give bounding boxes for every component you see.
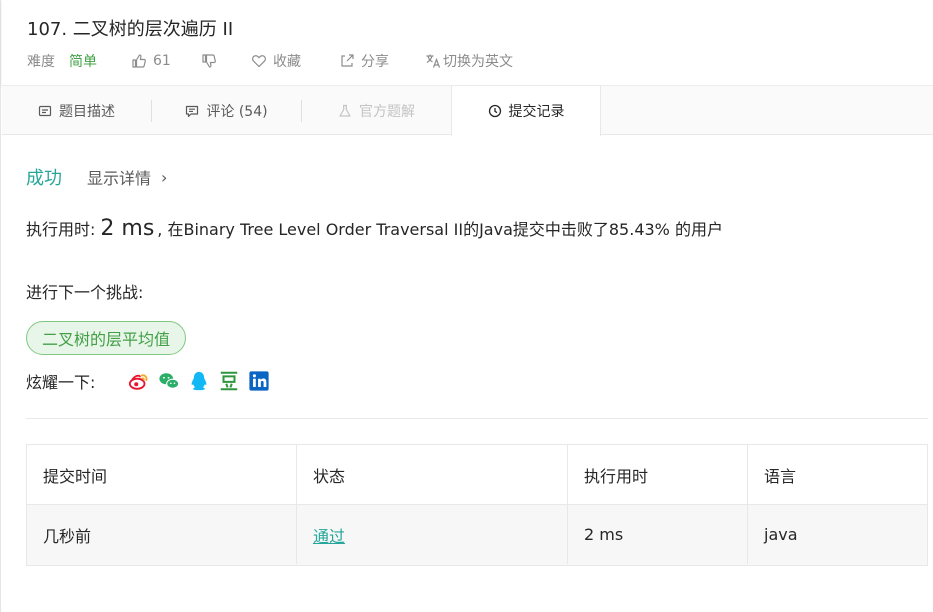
difficulty-value: 简单 <box>69 54 97 70</box>
column-header-runtime: 执行用时 <box>568 445 748 504</box>
description-icon <box>38 104 52 118</box>
like-count: 61 <box>153 53 171 69</box>
douban-icon[interactable] <box>217 369 241 393</box>
clock-icon <box>488 104 502 118</box>
linkedin-icon[interactable] <box>247 369 271 393</box>
tab-description-label: 题目描述 <box>59 103 115 120</box>
flask-icon <box>338 104 352 118</box>
submission-status: 成功 <box>26 168 62 189</box>
app-frame: 107. 二叉树的层次遍历 II 难度 简单 61 收藏 分享 切换为英文 题目… <box>0 0 933 612</box>
tab-comments[interactable]: 评论 (54) <box>152 86 301 135</box>
translate-icon <box>425 53 441 69</box>
share-prompt: 炫耀一下: <box>26 373 96 392</box>
column-header-language: 语言 <box>764 466 797 486</box>
like-button[interactable]: 61 <box>131 53 201 69</box>
comment-icon <box>185 104 199 118</box>
qq-icon[interactable] <box>187 369 211 393</box>
translate-label: 切换为英文 <box>443 54 513 70</box>
tab-submissions-label: 提交记录 <box>508 104 565 120</box>
collect-button[interactable]: 收藏 <box>251 51 339 71</box>
submission-language: java <box>764 525 798 544</box>
tab-solution-label: 官方题解 <box>359 103 415 120</box>
submission-status-link[interactable]: 通过 <box>297 505 568 564</box>
share-icon <box>339 53 355 69</box>
next-challenge-button[interactable]: 二叉树的层平均值 <box>26 321 187 355</box>
show-details-link[interactable]: 显示详情 › <box>87 165 167 189</box>
runtime-value: 2 ms <box>100 216 155 241</box>
table-row: 几秒前 通过 2 ms java <box>27 505 927 565</box>
wechat-icon[interactable] <box>157 369 181 393</box>
share-button[interactable]: 分享 <box>339 51 425 71</box>
table-header-row: 提交时间 状态 执行用时 语言 <box>27 445 927 505</box>
problem-header: 107. 二叉树的层次遍历 II 难度 简单 61 收藏 分享 切换为英文 <box>2 0 933 86</box>
runtime-prefix: 执行用时: <box>26 220 96 239</box>
tab-description[interactable]: 题目描述 <box>2 86 151 135</box>
dislike-button[interactable] <box>201 53 251 69</box>
column-header-status: 状态 <box>297 445 568 504</box>
difficulty-label: 难度 <box>27 54 55 70</box>
heart-icon <box>251 53 267 69</box>
tab-submissions[interactable]: 提交记录 <box>451 86 601 136</box>
submissions-table: 提交时间 状态 执行用时 语言 几秒前 通过 2 ms java <box>26 444 928 566</box>
runtime-suffix: , 在Binary Tree Level Order Traversal II的… <box>157 220 723 239</box>
share-label: 分享 <box>361 54 389 70</box>
next-challenge-label: 进行下一个挑战: <box>26 283 144 302</box>
weibo-icon[interactable] <box>127 369 151 393</box>
result-status-row: 成功 显示详情 › <box>26 164 167 190</box>
submission-runtime: 2 ms <box>568 505 748 564</box>
show-details-label: 显示详情 <box>87 169 152 188</box>
thumbs-down-icon <box>201 53 217 69</box>
problem-title: 107. 二叉树的层次遍历 II <box>27 19 234 40</box>
tab-comments-label: 评论 (54) <box>206 103 268 120</box>
column-header-time: 提交时间 <box>27 445 297 504</box>
runtime-summary: 执行用时: 2 ms , 在Binary Tree Level Order Tr… <box>26 216 723 241</box>
collect-label: 收藏 <box>273 54 301 70</box>
tab-solution[interactable]: 官方题解 <box>302 86 451 135</box>
thumbs-up-icon <box>131 53 147 69</box>
submission-time: 几秒前 <box>27 505 297 564</box>
section-divider <box>26 418 928 419</box>
translate-button[interactable]: 切换为英文 <box>425 51 513 71</box>
problem-meta: 难度 简单 61 收藏 分享 切换为英文 <box>27 51 513 71</box>
share-row: 炫耀一下: <box>26 369 277 393</box>
problem-tabs: 题目描述 评论 (54) 官方题解 提交记录 <box>2 86 933 136</box>
chevron-right-icon: › <box>161 167 168 187</box>
